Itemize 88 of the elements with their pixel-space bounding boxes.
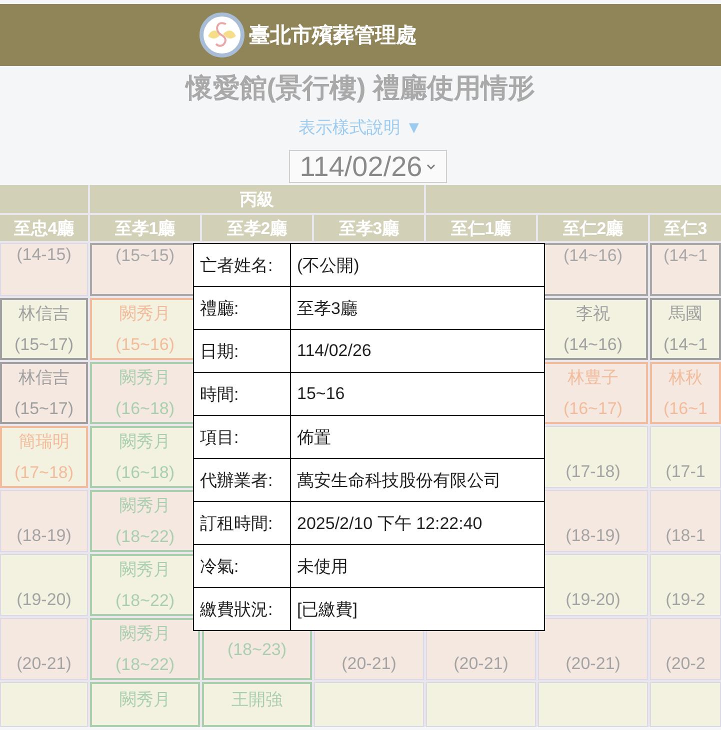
booking-name: 林豊子 xyxy=(568,367,618,389)
time-slot: (18-19) xyxy=(16,520,72,551)
time-slot: (20-21) xyxy=(16,648,72,679)
column-header: 至孝2廳 xyxy=(202,215,312,241)
field-label: 亡者姓名: xyxy=(194,244,291,287)
time-slot: (14-15) xyxy=(16,244,72,266)
time-slot: (19-20) xyxy=(566,584,620,615)
time-slot: (18-19) xyxy=(566,520,620,551)
time-slot: (17-1 xyxy=(666,456,706,487)
booking-name: 林秋 xyxy=(668,367,702,389)
time-slot: (20-21) xyxy=(342,648,396,679)
table-cell[interactable]: 林信吉 (15~17) xyxy=(0,298,88,360)
column-header: 至忠4廳 xyxy=(0,215,88,241)
table-cell[interactable]: 林信吉 (15~17) xyxy=(0,362,88,424)
table-cell xyxy=(650,682,721,727)
field-value: 114/02/26 xyxy=(291,330,545,373)
field-label: 訂租時間: xyxy=(194,502,291,545)
logo-icon xyxy=(199,12,245,58)
booking-name: 闕秀月 xyxy=(120,689,170,711)
column-header: 至孝3廳 xyxy=(314,215,424,241)
booking-name: 林信吉 xyxy=(18,367,70,389)
table-cell[interactable]: 簡瑞明 (17~18) xyxy=(0,426,88,488)
time-slot: (15~15) xyxy=(115,245,175,267)
time-slot: (18~22) xyxy=(115,585,175,614)
field-value: 2025/2/10 下午 12:22:40 xyxy=(291,502,545,545)
time-slot: (15~17) xyxy=(14,329,74,358)
time-slot: (14~16) xyxy=(563,245,623,267)
field-value: 未使用 xyxy=(291,545,545,588)
time-slot: (19-2 xyxy=(666,584,706,615)
caret-icon xyxy=(426,162,436,170)
booking-name: 馬國 xyxy=(668,303,702,325)
field-label: 項目: xyxy=(194,416,291,459)
field-label: 時間: xyxy=(194,373,291,416)
booking-name: 闕秀月 xyxy=(120,495,170,517)
field-value: 15~16 xyxy=(291,373,545,416)
time-slot: (18~22) xyxy=(115,521,175,550)
header-title: 臺北市殯葬管理處 xyxy=(249,22,417,49)
legend-link[interactable]: 表示樣式說明 ▼ xyxy=(298,118,422,137)
field-value: 萬安生命科技股份有限公司 xyxy=(291,459,545,502)
column-header: 至仁2廳 xyxy=(538,215,648,241)
field-value: [已繳費] xyxy=(291,588,545,631)
time-slot: (17~18) xyxy=(14,457,74,486)
time-slot: (15~16) xyxy=(115,329,175,358)
time-slot: (14~1 xyxy=(664,329,708,358)
field-label: 禮廳: xyxy=(194,287,291,330)
page-title: 懷愛館(景行樓) 禮廳使用情形 xyxy=(186,73,536,103)
time-slot: (16~1 xyxy=(664,393,708,422)
field-label: 代辦業者: xyxy=(194,459,291,502)
field-value: 至孝3廳 xyxy=(291,287,545,330)
time-slot: (20-2 xyxy=(666,648,706,679)
time-slot: (18-1 xyxy=(666,520,706,551)
date-select[interactable]: 114/02/26 xyxy=(289,150,447,183)
time-slot: (18~22) xyxy=(115,649,175,678)
time-slot: (14~16) xyxy=(563,329,623,358)
field-label: 冷氣: xyxy=(194,545,291,588)
group-label: 丙級 xyxy=(240,188,274,210)
booking-name: 林信吉 xyxy=(18,303,70,325)
field-label: 繳費狀況: xyxy=(194,588,291,631)
field-label: 日期: xyxy=(194,330,291,373)
booking-name: 簡瑞明 xyxy=(18,431,70,453)
booking-name: 闕秀月 xyxy=(120,431,170,453)
time-slot: (16~18) xyxy=(115,393,175,422)
time-slot: (16~17) xyxy=(563,393,623,422)
table-cell[interactable]: 闕秀月 (18~22) xyxy=(90,618,200,680)
booking-name: 闕秀月 xyxy=(120,367,170,389)
time-slot: (17-18) xyxy=(566,456,620,487)
time-slot: (14~1 xyxy=(664,245,708,267)
table-cell[interactable]: 闕秀月 xyxy=(90,682,200,727)
booking-name: 李祝 xyxy=(576,303,610,325)
time-slot: (18~23) xyxy=(227,634,287,664)
table-cell[interactable]: 馬國 (14~1 xyxy=(650,298,721,360)
time-slot: (20-21) xyxy=(566,648,620,679)
booking-name: 闕秀月 xyxy=(120,303,170,325)
column-header: 至仁1廳 xyxy=(426,215,536,241)
booking-name: 闕秀月 xyxy=(120,623,170,645)
field-value: (不公開) xyxy=(291,244,545,287)
booking-name: 王開強 xyxy=(232,689,282,711)
table-cell[interactable]: 林秋 (16~1 xyxy=(650,362,721,424)
time-slot: (15~17) xyxy=(14,393,74,422)
booking-name: 闕秀月 xyxy=(120,559,170,581)
column-header: 至孝1廳 xyxy=(90,215,200,241)
field-value: 佈置 xyxy=(291,416,545,459)
table-cell[interactable]: 王開強 xyxy=(202,682,312,727)
table-cell[interactable]: (14~1 xyxy=(650,243,721,296)
time-slot: (16~18) xyxy=(115,457,175,486)
time-slot: (19-20) xyxy=(16,584,72,615)
time-slot: (20-21) xyxy=(454,648,508,679)
column-header: 至仁3 xyxy=(650,215,721,241)
